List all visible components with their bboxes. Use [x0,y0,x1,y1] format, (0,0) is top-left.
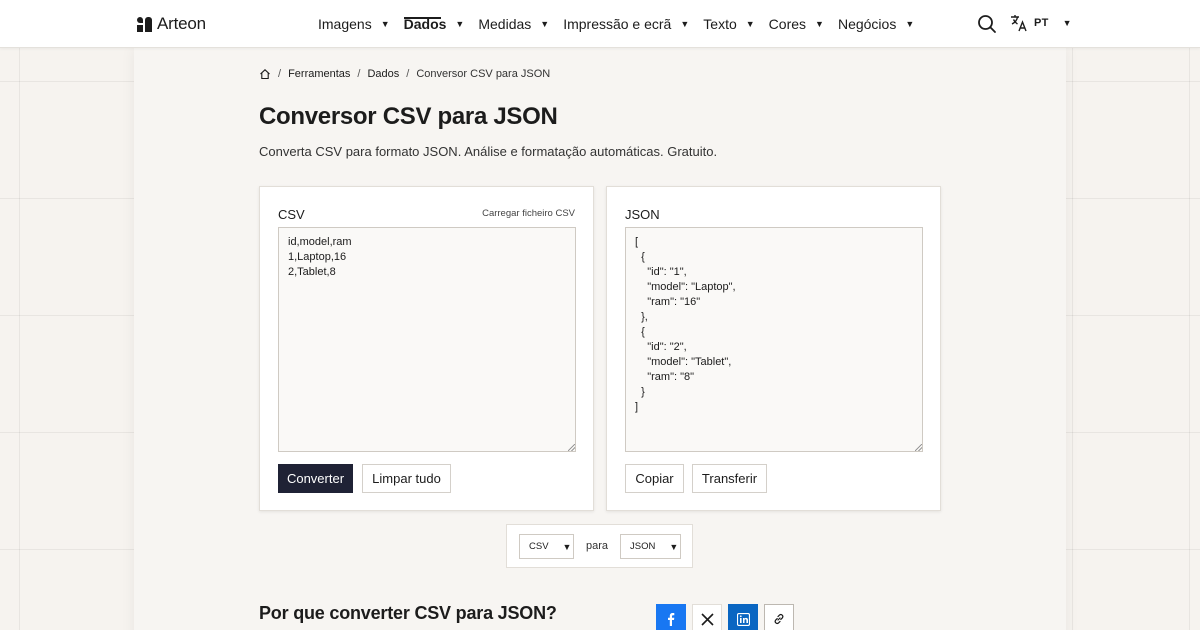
from-format-value: CSV [529,541,549,552]
caret-down-icon: ▼ [745,19,755,29]
caret-down-icon: ▼ [562,541,572,552]
breadcrumb-separator: / [406,68,410,80]
x-icon [700,612,714,626]
breadcrumb-item-dados[interactable]: Dados [367,68,399,80]
caret-down-icon: ▼ [1062,18,1072,28]
caret-down-icon: ▼ [669,541,679,552]
format-connector: para [586,540,609,552]
page-title: Conversor CSV para JSON [259,103,558,130]
top-navigation-bar: Arteon Imagens ▼ Dados ▼ Medidas ▼ Impre… [0,0,1200,48]
caret-down-icon: ▼ [680,19,690,29]
nav-item-texto[interactable]: Texto ▼ [703,0,754,48]
nav-label: Negócios [837,16,897,32]
nav-label: Cores [768,16,807,32]
breadcrumb-home[interactable] [259,68,271,80]
nav-item-dados[interactable]: Dados ▼ [403,0,465,48]
share-x-button[interactable] [692,604,722,630]
download-button[interactable]: Transferir [692,464,767,493]
to-format-select[interactable]: JSON ▼ [620,534,681,559]
upload-csv-link[interactable]: Carregar ficheiro CSV [482,208,575,219]
json-output-panel: JSON [ { "id": "1", "model": "Laptop", "… [606,186,941,511]
nav-item-cores[interactable]: Cores ▼ [769,0,824,48]
linkedin-icon [736,612,750,626]
search-button[interactable] [976,13,998,35]
search-icon [978,15,996,33]
nav-item-negocios[interactable]: Negócios ▼ [838,0,914,48]
resize-handle-icon[interactable] [915,444,922,451]
breadcrumb: / Ferramentas / Dados / Conversor CSV pa… [259,68,550,80]
copy-button[interactable]: Copiar [625,464,684,493]
main-nav: Imagens ▼ Dados ▼ Medidas ▼ Impressão e … [318,0,928,48]
json-label: JSON [625,207,660,222]
share-linkedin-button[interactable] [728,604,758,630]
breadcrumb-item-ferramentas[interactable]: Ferramentas [288,68,350,80]
caret-down-icon: ▼ [380,19,390,29]
json-textarea[interactable]: [ { "id": "1", "model": "Laptop", "ram":… [625,227,923,452]
section-title: Por que converter CSV para JSON? [259,603,557,623]
csv-input-panel: CSV Carregar ficheiro CSV id,model,ram 1… [259,186,594,511]
caret-down-icon: ▼ [540,19,550,29]
nav-label: Medidas [478,16,532,32]
language-switcher[interactable]: PT ▼ [1010,14,1072,32]
to-format-value: JSON [630,541,656,552]
from-format-select[interactable]: CSV ▼ [519,534,574,559]
facebook-icon [668,613,675,626]
nav-label: Dados [403,16,447,32]
nav-label: Impressão e ecrã [563,16,672,32]
breadcrumb-item-current: Conversor CSV para JSON [416,68,551,80]
nav-item-impressao-e-ecra[interactable]: Impressão e ecrã ▼ [563,0,689,48]
resize-handle-icon[interactable] [568,444,575,451]
logo-mark-icon [137,16,152,32]
caret-down-icon: ▼ [815,19,824,29]
copy-link-button[interactable] [764,604,794,630]
clear-all-button[interactable]: Limpar tudo [362,464,451,493]
caret-down-icon: ▼ [455,19,465,29]
main-content: / Ferramentas / Dados / Conversor CSV pa… [134,48,1066,630]
breadcrumb-separator: / [278,68,282,80]
csv-label: CSV [278,207,305,222]
nav-item-imagens[interactable]: Imagens ▼ [318,0,390,48]
page-subtitle: Converta CSV para formato JSON. Análise … [259,144,718,159]
brand-logo[interactable]: Arteon [137,14,206,34]
translate-icon [1011,15,1027,32]
brand-name: Arteon [157,14,206,33]
nav-item-medidas[interactable]: Medidas ▼ [478,0,549,48]
language-label: PT [1034,17,1049,29]
caret-down-icon: ▼ [905,19,915,29]
convert-button[interactable]: Converter [278,464,353,493]
csv-textarea[interactable]: id,model,ram 1,Laptop,16 2,Tablet,8 [278,227,576,452]
link-icon [774,614,784,624]
share-facebook-button[interactable] [656,604,686,630]
home-icon [260,69,270,80]
nav-label: Texto [703,16,737,32]
format-selector: CSV ▼ para JSON ▼ [506,524,693,568]
breadcrumb-separator: / [357,68,361,80]
nav-label: Imagens [318,16,372,32]
